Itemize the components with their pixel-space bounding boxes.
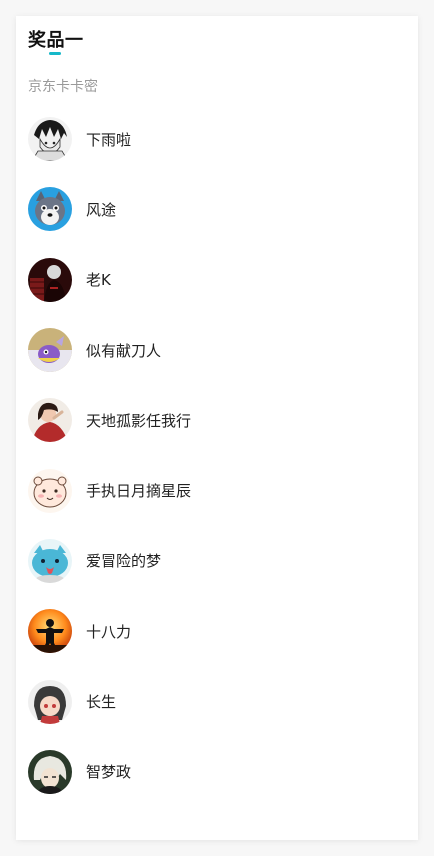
avatar-cute-bun-icon xyxy=(28,468,72,513)
winner-row[interactable]: 爱冒险的梦 xyxy=(16,526,418,596)
avatar-orange-silhouette-icon xyxy=(28,609,72,654)
winner-row[interactable]: 智梦政 xyxy=(16,737,418,807)
avatar xyxy=(28,117,72,162)
winner-name: 下雨啦 xyxy=(86,130,132,149)
winner-row[interactable]: 长生 xyxy=(16,666,418,736)
winner-name: 天地孤影任我行 xyxy=(86,411,192,430)
winner-name: 长生 xyxy=(86,693,117,712)
avatar xyxy=(28,749,72,794)
winner-row[interactable]: 十八力 xyxy=(16,596,418,666)
avatar xyxy=(28,538,72,583)
avatar-blue-cat-icon xyxy=(28,538,72,583)
prize-title: 奖品一 xyxy=(28,30,84,51)
winner-row[interactable]: 天地孤影任我行 xyxy=(16,385,418,455)
avatar xyxy=(28,398,72,443)
avatar-anime-white-hair-icon xyxy=(28,749,72,794)
avatar xyxy=(28,328,72,373)
winner-name: 手执日月摘星辰 xyxy=(86,482,192,501)
winner-name: 爱冒险的梦 xyxy=(86,552,162,571)
title-underline xyxy=(49,52,61,55)
prize-subtitle: 京东卡卡密 xyxy=(28,79,98,95)
winner-name: 十八力 xyxy=(86,622,132,641)
winner-row[interactable]: 老K xyxy=(16,245,418,315)
winner-name: 智梦政 xyxy=(86,763,132,782)
avatar xyxy=(28,187,72,232)
winner-name: 风途 xyxy=(86,200,117,219)
winner-name: 老K xyxy=(86,271,111,290)
avatar xyxy=(28,609,72,654)
avatar-purple-cartoon-icon xyxy=(28,328,72,373)
winner-name: 似有献刀人 xyxy=(86,341,162,360)
prize-card: 奖品一 京东卡卡密 下雨啦 风途 老K 似有献刀人 天地孤影任我行 手执日月摘星… xyxy=(16,16,418,840)
avatar xyxy=(28,468,72,513)
winner-row[interactable]: 下雨啦 xyxy=(16,104,418,174)
avatar-dark-red-icon xyxy=(28,257,72,302)
winner-list: 下雨啦 风途 老K 似有献刀人 天地孤影任我行 手执日月摘星辰 爱冒险的梦 十八… xyxy=(16,104,418,807)
winner-row[interactable]: 手执日月摘星辰 xyxy=(16,455,418,525)
avatar xyxy=(28,679,72,724)
avatar-anime-boy-sketch-icon xyxy=(28,117,72,162)
winner-row[interactable]: 似有献刀人 xyxy=(16,315,418,385)
avatar xyxy=(28,257,72,302)
avatar-husky-dog-icon xyxy=(28,187,72,232)
avatar-red-photo-icon xyxy=(28,398,72,443)
avatar-anime-girl-icon xyxy=(28,679,72,724)
winner-row[interactable]: 风途 xyxy=(16,174,418,244)
